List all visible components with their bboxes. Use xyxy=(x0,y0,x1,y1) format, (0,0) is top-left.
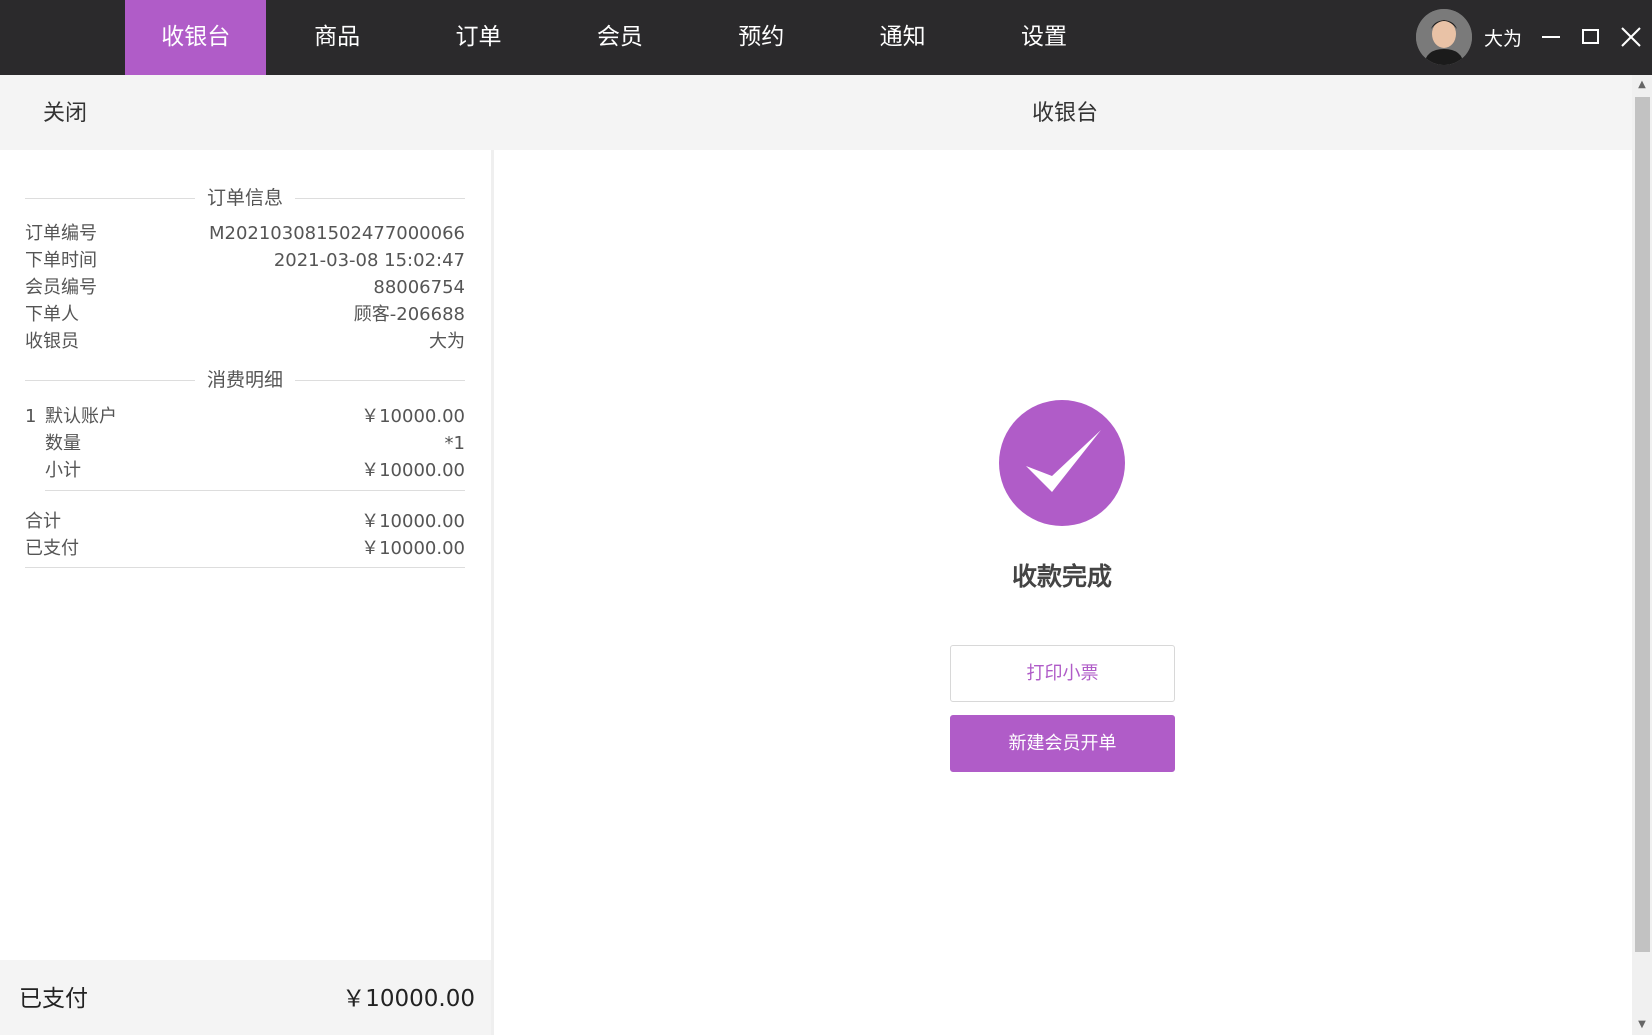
paid-row: 已支付 ￥10000.00 xyxy=(25,535,465,562)
close-window-button[interactable] xyxy=(1616,22,1646,52)
close-button[interactable]: 关闭 xyxy=(43,75,87,153)
minimize-button[interactable] xyxy=(1536,22,1566,52)
nav-item-notifications[interactable]: 通知 xyxy=(832,0,973,75)
subtotal-value: ￥10000.00 xyxy=(361,460,465,481)
main-nav: 收银台 商品 订单 会员 预约 通知 设置 xyxy=(125,0,1115,75)
nav-item-members[interactable]: 会员 xyxy=(549,0,690,75)
minimize-icon xyxy=(1542,36,1560,38)
nav-item-orders[interactable]: 订单 xyxy=(408,0,549,75)
print-receipt-button[interactable]: 打印小票 xyxy=(950,645,1175,702)
customer-label: 下单人 xyxy=(25,304,79,325)
item-index: 1 xyxy=(25,406,37,427)
nav-item-settings[interactable]: 设置 xyxy=(973,0,1114,75)
maximize-button[interactable] xyxy=(1576,22,1606,52)
panel-divider xyxy=(491,150,494,1035)
order-info-section-title: 订单信息 xyxy=(25,183,465,213)
close-icon xyxy=(1621,27,1641,47)
order-number-value: M202103081502477000066 xyxy=(208,223,465,244)
scrollbar-thumb[interactable] xyxy=(1635,97,1650,952)
paid-label: 已支付 xyxy=(25,538,79,559)
item-price: ￥10000.00 xyxy=(361,406,465,427)
item-name: 默认账户 xyxy=(45,406,117,427)
customer-value: 顾客-206688 xyxy=(353,304,465,325)
member-number-value: 88006754 xyxy=(373,277,465,298)
success-badge xyxy=(999,400,1125,526)
quantity-label: 数量 xyxy=(45,433,81,454)
order-info-row: 下单人 顾客-206688 xyxy=(25,301,465,328)
cashier-label: 收银员 xyxy=(25,331,79,352)
order-info-row: 会员编号 88006754 xyxy=(25,274,465,301)
total-label: 合计 xyxy=(25,511,61,532)
order-time-value: 2021-03-08 15:02:47 xyxy=(273,250,465,271)
member-number-label: 会员编号 xyxy=(25,277,97,298)
nav-item-products[interactable]: 商品 xyxy=(266,0,407,75)
consumption-item-row: 1 默认账户 ￥10000.00 xyxy=(25,403,465,430)
new-member-order-button[interactable]: 新建会员开单 xyxy=(950,715,1175,772)
scrollbar[interactable]: ▲ ▼ xyxy=(1632,75,1652,1035)
footer-paid-value: ￥10000.00 xyxy=(342,986,475,1012)
receipt-footer: 已支付 ￥10000.00 xyxy=(0,960,491,1035)
order-info-row: 下单时间 2021-03-08 15:02:47 xyxy=(25,247,465,274)
payment-complete-message: 收款完成 xyxy=(1011,562,1112,591)
page-title: 收银台 xyxy=(1032,101,1099,126)
footer-paid-label: 已支付 xyxy=(19,986,88,1012)
nav-item-cashier[interactable]: 收银台 xyxy=(125,0,267,75)
page-header: 关闭 收银台 xyxy=(0,75,1632,150)
user-name[interactable]: 大为 xyxy=(1484,0,1522,78)
maximize-icon xyxy=(1582,29,1599,44)
top-nav-bar: 收银台 商品 订单 会员 预约 通知 设置 大为 xyxy=(0,0,1652,75)
scroll-up-arrow-icon[interactable]: ▲ xyxy=(1632,75,1652,95)
paid-value: ￥10000.00 xyxy=(361,538,465,559)
order-time-label: 下单时间 xyxy=(25,250,97,271)
receipt-end-divider xyxy=(25,567,465,568)
order-number-label: 订单编号 xyxy=(25,223,97,244)
total-row: 合计 ￥10000.00 xyxy=(25,508,465,535)
item-quantity-row: 数量 *1 xyxy=(25,430,465,457)
avatar[interactable] xyxy=(1416,9,1472,65)
nav-item-appointments[interactable]: 预约 xyxy=(691,0,832,75)
subtotal-label: 小计 xyxy=(45,460,81,481)
cashier-value: 大为 xyxy=(429,331,465,352)
consumption-section-title: 消费明细 xyxy=(25,365,465,395)
scroll-down-arrow-icon[interactable]: ▼ xyxy=(1632,1015,1652,1035)
total-value: ￥10000.00 xyxy=(361,511,465,532)
order-info-row: 收银员 大为 xyxy=(25,328,465,355)
item-divider xyxy=(45,490,465,491)
avatar-image xyxy=(1416,9,1472,65)
quantity-value: *1 xyxy=(444,433,465,454)
item-subtotal-row: 小计 ￥10000.00 xyxy=(25,457,465,484)
checkmark-icon xyxy=(1026,430,1101,492)
order-info-row: 订单编号 M202103081502477000066 xyxy=(25,220,465,247)
